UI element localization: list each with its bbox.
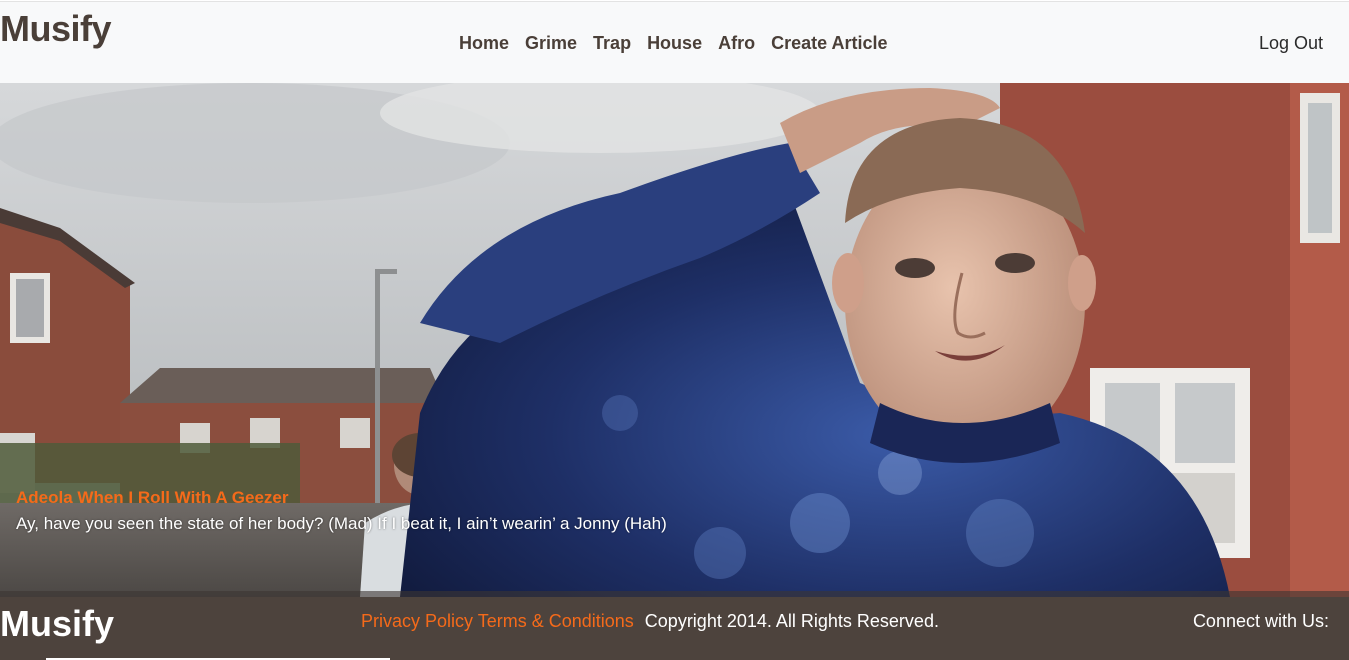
- terms-link[interactable]: Terms & Conditions: [478, 611, 634, 631]
- connect-with-us-label: Connect with Us:: [1192, 611, 1329, 631]
- nav-grime[interactable]: Grime: [517, 32, 585, 54]
- nav-home[interactable]: Home: [451, 32, 517, 54]
- footer: Musify Privacy Policy Terms & Conditions…: [0, 597, 1349, 660]
- brand-logo[interactable]: Musify: [0, 8, 112, 50]
- carousel-caption: Adeola When I Roll With A Geezer Ay, hav…: [16, 487, 667, 535]
- main-nav: Home Grime Trap House Afro Create Articl…: [451, 32, 895, 54]
- copyright-text: Copyright 2014. All Rights Reserved.: [644, 611, 939, 631]
- nav-create-article[interactable]: Create Article: [763, 32, 895, 54]
- article-title[interactable]: Adeola When I Roll With A Geezer: [16, 487, 667, 509]
- privacy-policy-link[interactable]: Privacy Policy: [361, 611, 473, 631]
- logout-link[interactable]: Log Out: [1259, 32, 1323, 54]
- top-navbar: Musify Home Grime Trap House Afro Create…: [0, 1, 1349, 83]
- hero-carousel[interactable]: Adeola When I Roll With A Geezer Ay, hav…: [0, 83, 1349, 597]
- article-excerpt: Ay, have you seen the state of her body?…: [16, 514, 667, 533]
- footer-links: Privacy Policy Terms & Conditions Copyri…: [361, 610, 939, 632]
- nav-afro[interactable]: Afro: [710, 32, 763, 54]
- footer-brand-logo: Musify: [0, 603, 115, 644]
- nav-trap[interactable]: Trap: [585, 32, 639, 54]
- nav-house[interactable]: House: [639, 32, 710, 54]
